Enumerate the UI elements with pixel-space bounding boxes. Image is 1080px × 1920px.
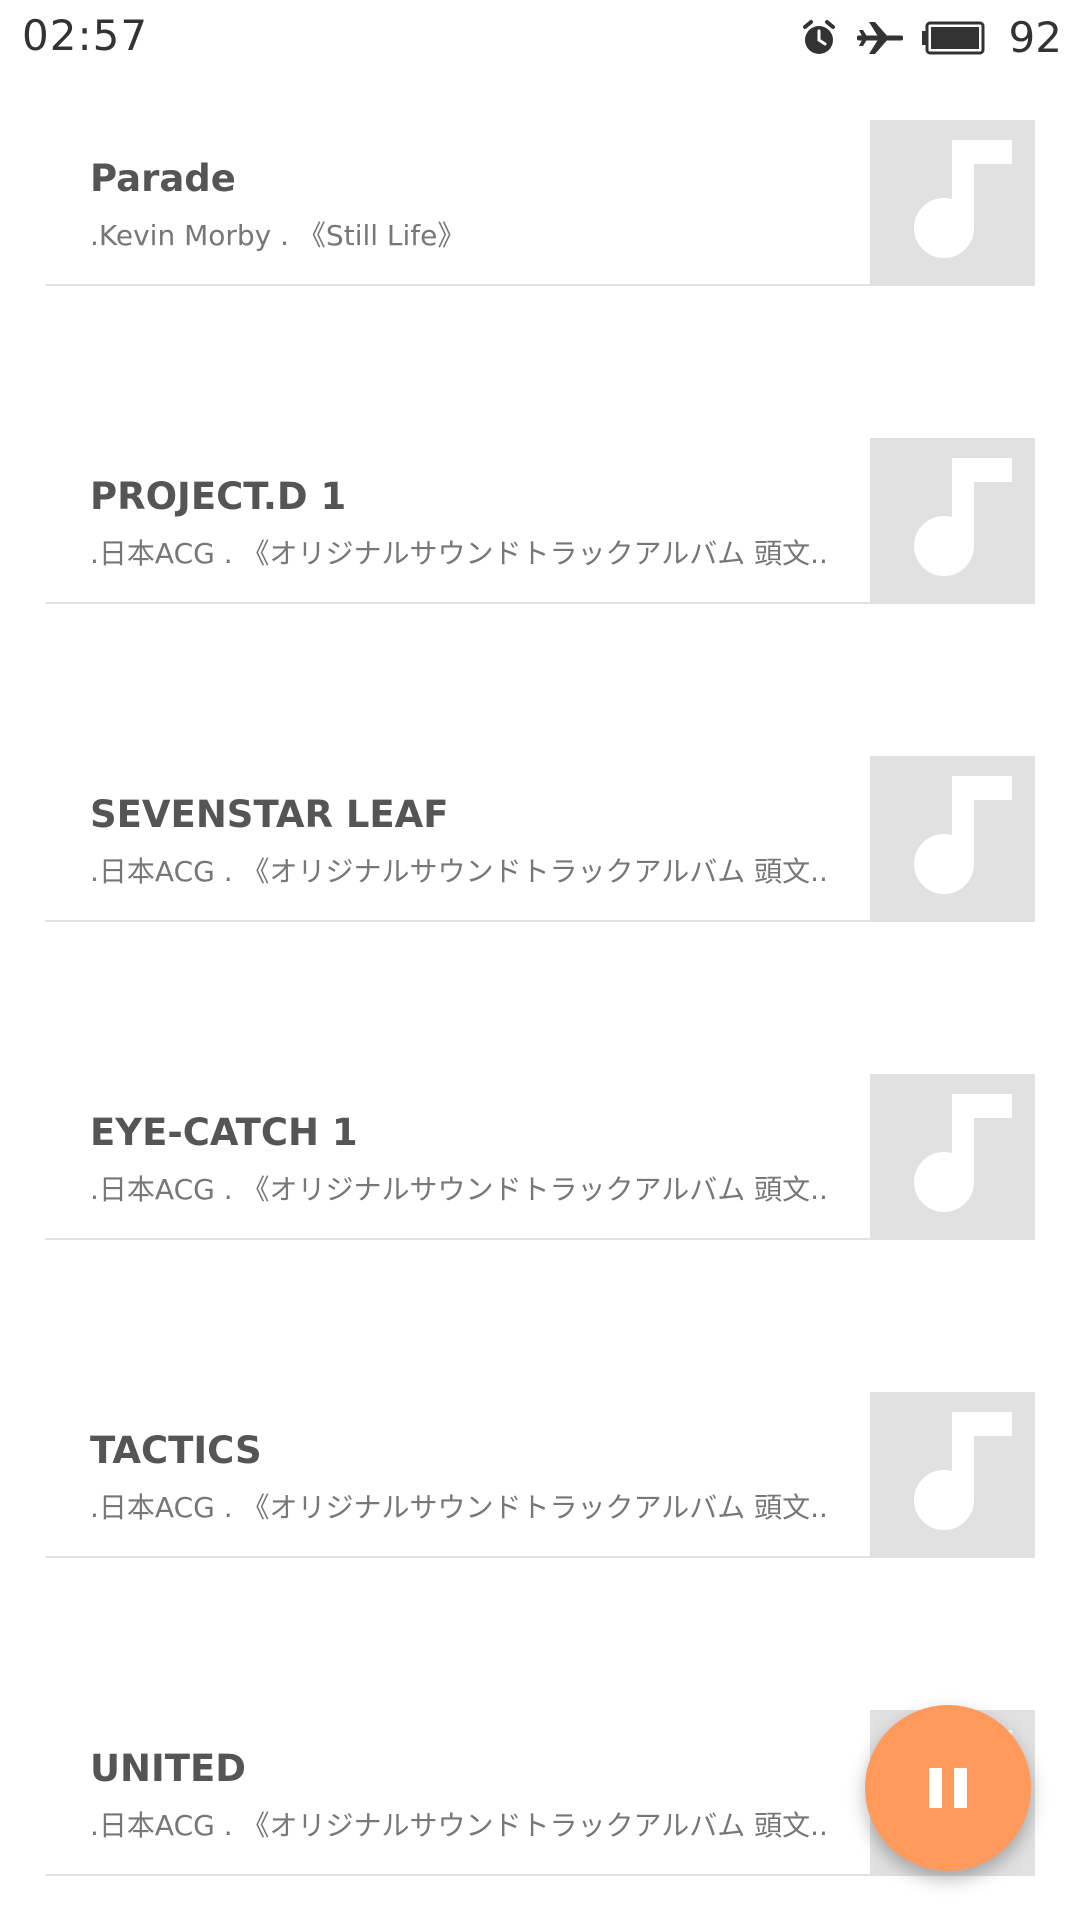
song-info: UNITED .日本ACG . 《オリジナルサウンドトラックアルバム 頭文.. xyxy=(90,1710,880,1876)
airplane-mode-icon xyxy=(856,18,903,58)
music-note-icon xyxy=(914,776,1012,894)
music-list-screen: 02:57 92 Parade .Kevin Morby . 《Still Li… xyxy=(0,0,1080,1920)
song-row[interactable]: PROJECT.D 1 .日本ACG . 《オリジナルサウンドトラックアルバム … xyxy=(45,438,1035,604)
battery-level: 92 xyxy=(1008,13,1062,62)
music-note-icon xyxy=(914,458,1012,576)
music-note-icon xyxy=(914,1412,1012,1530)
song-info: Parade .Kevin Morby . 《Still Life》 xyxy=(90,120,880,286)
status-bar: 02:57 92 xyxy=(0,0,1080,72)
song-subtitle: .日本ACG . 《オリジナルサウンドトラックアルバム 頭文.. xyxy=(90,537,828,570)
album-art xyxy=(870,120,1035,286)
song-row[interactable]: EYE-CATCH 1 .日本ACG . 《オリジナルサウンドトラックアルバム … xyxy=(45,1074,1035,1240)
song-row[interactable]: Parade .Kevin Morby . 《Still Life》 xyxy=(45,120,1035,286)
pause-button[interactable] xyxy=(865,1705,1031,1871)
song-info: EYE-CATCH 1 .日本ACG . 《オリジナルサウンドトラックアルバム … xyxy=(90,1074,880,1240)
album-art xyxy=(870,756,1035,922)
status-time: 02:57 xyxy=(22,11,149,60)
song-subtitle: .日本ACG . 《オリジナルサウンドトラックアルバム 頭文.. xyxy=(90,1491,828,1524)
song-info: SEVENSTAR LEAF .日本ACG . 《オリジナルサウンドトラックアル… xyxy=(90,756,880,922)
song-title: Parade xyxy=(90,157,236,200)
album-art xyxy=(870,438,1035,604)
song-subtitle: .日本ACG . 《オリジナルサウンドトラックアルバム 頭文.. xyxy=(90,855,828,888)
song-title: EYE-CATCH 1 xyxy=(90,1111,358,1154)
alarm-icon xyxy=(799,18,839,58)
song-title: UNITED xyxy=(90,1747,247,1790)
song-subtitle: .日本ACG . 《オリジナルサウンドトラックアルバム 頭文.. xyxy=(90,1809,828,1842)
song-info: TACTICS .日本ACG . 《オリジナルサウンドトラックアルバム 頭文.. xyxy=(90,1392,880,1558)
song-subtitle: .Kevin Morby . 《Still Life》 xyxy=(90,219,466,252)
song-title: TACTICS xyxy=(90,1429,262,1472)
album-art xyxy=(870,1074,1035,1240)
song-row[interactable]: TACTICS .日本ACG . 《オリジナルサウンドトラックアルバム 頭文.. xyxy=(45,1392,1035,1558)
music-note-icon xyxy=(914,140,1012,258)
album-art xyxy=(870,1392,1035,1558)
status-icons: 92 xyxy=(799,12,1062,64)
song-title: PROJECT.D 1 xyxy=(90,475,347,518)
battery-icon xyxy=(921,20,987,56)
song-title: SEVENSTAR LEAF xyxy=(90,793,449,836)
song-subtitle: .日本ACG . 《オリジナルサウンドトラックアルバム 頭文.. xyxy=(90,1173,828,1206)
song-row[interactable]: SEVENSTAR LEAF .日本ACG . 《オリジナルサウンドトラックアル… xyxy=(45,756,1035,922)
song-info: PROJECT.D 1 .日本ACG . 《オリジナルサウンドトラックアルバム … xyxy=(90,438,880,604)
pause-icon xyxy=(929,1768,967,1808)
music-note-icon xyxy=(914,1094,1012,1212)
